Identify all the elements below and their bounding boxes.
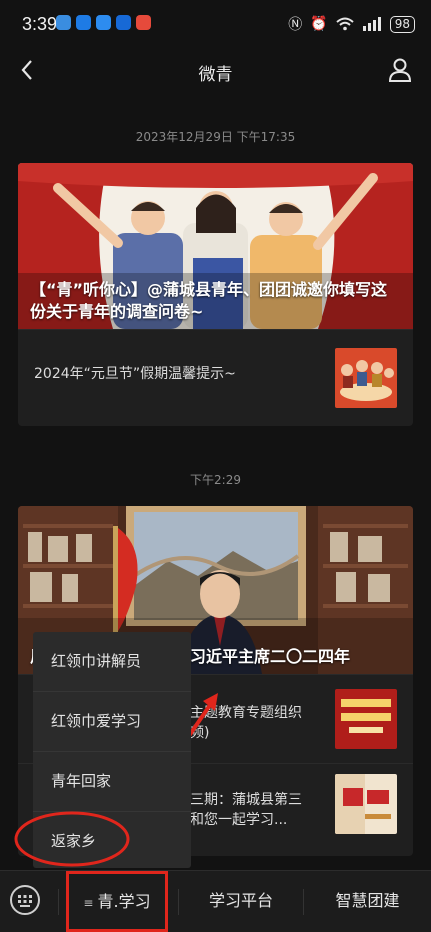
keyboard-toggle-icon[interactable] (10, 885, 40, 915)
bottom-menu-bar: ≡ 青.学习 学习平台 智慧团建 (0, 870, 431, 932)
menu-lines-icon: ≡ (83, 896, 94, 910)
divider (178, 889, 179, 915)
red-circle-annotation (14, 811, 130, 867)
tab-youth-study[interactable]: ≡ 青.学习 (66, 871, 168, 932)
divider (58, 889, 59, 915)
tab-study-platform[interactable]: 学习平台 (180, 871, 302, 932)
tab-youth-study-label: 青.学习 (97, 892, 151, 911)
tab-smart-league[interactable]: 智慧团建 (304, 871, 431, 932)
